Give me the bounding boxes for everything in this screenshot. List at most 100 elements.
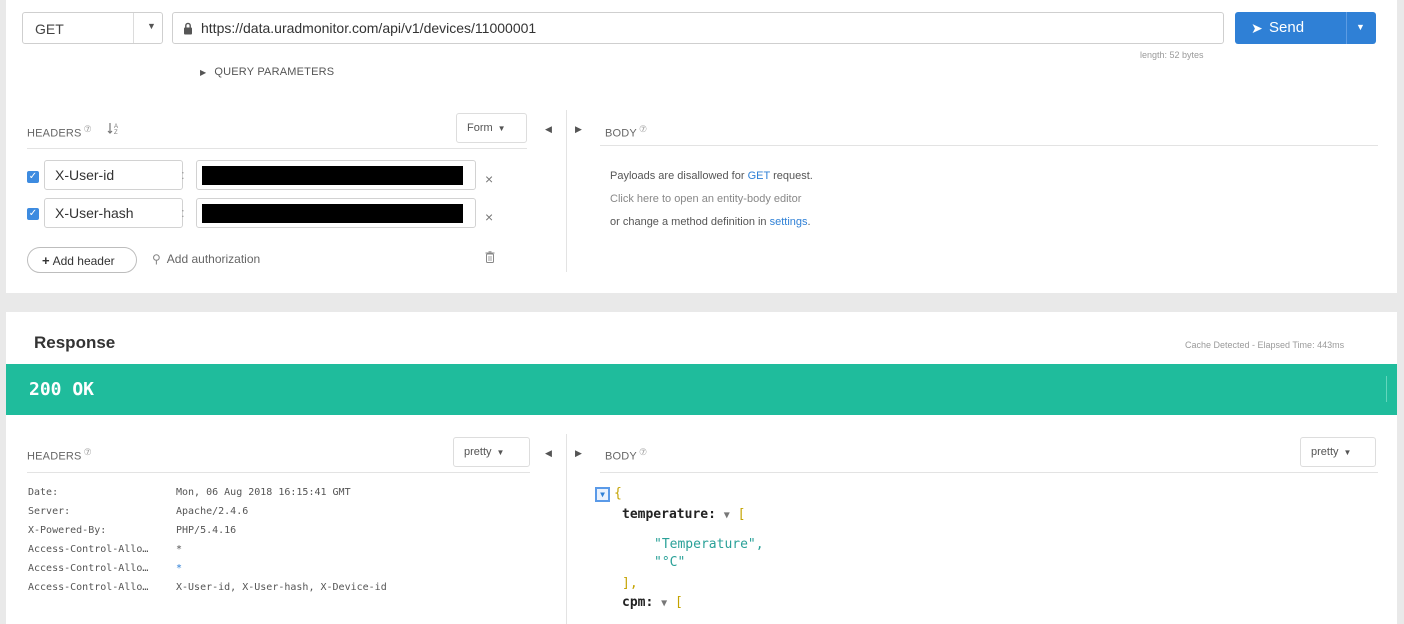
response-headers-pretty-dropdown[interactable]: pretty ▼ — [453, 437, 530, 467]
close-icon[interactable]: × — [485, 209, 493, 225]
request-headers-label: HEADERS — [27, 127, 82, 140]
header-colon: : — [181, 205, 185, 220]
url-input[interactable]: https://data.uradmonitor.com/api/v1/devi… — [172, 12, 1224, 44]
help-icon[interactable]: ⑦ — [84, 124, 92, 134]
key-icon: ⚲ — [152, 252, 161, 266]
collapse-left-icon[interactable]: ◀ — [545, 124, 552, 135]
header-name-input[interactable]: X-User-id — [44, 160, 183, 190]
json-key: cpm: — [622, 595, 654, 610]
send-divider — [1346, 12, 1347, 44]
method-value: GET — [35, 21, 64, 37]
send-label: Send — [1269, 19, 1305, 36]
header-colon: : — [181, 167, 185, 182]
cache-note: Cache Detected - Elapsed Time: 443ms — [1185, 340, 1345, 350]
body-disallowed-message: Payloads are disallowed for GET request.… — [610, 165, 813, 234]
length-note: length: 52 bytes — [1140, 50, 1204, 60]
header-checkbox[interactable]: ✓ — [27, 208, 39, 220]
collapse-icon[interactable]: ▼ — [595, 487, 610, 502]
chevron-down-icon: ▼ — [1343, 448, 1352, 457]
send-button[interactable]: ➤ Send ▼ — [1235, 12, 1376, 44]
response-header-value: * — [176, 544, 183, 555]
status-bar: 200 OK — [6, 364, 1397, 415]
response-header-key: Access-Control-Allo… — [28, 563, 149, 574]
status-bar-edge — [1386, 376, 1387, 402]
response-header-key: Access-Control-Allo… — [28, 544, 149, 555]
json-bracket: [ — [675, 595, 683, 610]
send-options-chevron-icon[interactable]: ▼ — [1356, 22, 1365, 32]
header-name-input[interactable]: X-User-hash — [44, 198, 183, 228]
response-header-value: PHP/5.4.16 — [176, 525, 237, 536]
form-dropdown[interactable]: Form ▼ — [456, 113, 527, 143]
close-icon[interactable]: × — [485, 171, 493, 187]
response-header-key: X-Powered-By: — [28, 525, 107, 536]
json-line: temperature: ▼ [ — [622, 507, 745, 522]
json-bracket: ], — [622, 576, 638, 591]
response-body-pretty-dropdown[interactable]: pretty ▼ — [1300, 437, 1376, 467]
redacted-value — [202, 166, 463, 185]
pretty-label: pretty — [1311, 446, 1339, 458]
response-header-value: Mon, 06 Aug 2018 16:15:41 GMT — [176, 487, 351, 498]
url-value: https://data.uradmonitor.com/api/v1/devi… — [201, 20, 537, 36]
json-string: "°C" — [654, 555, 686, 570]
response-header-value: Apache/2.4.6 — [176, 506, 249, 517]
chevron-down-icon: ▼ — [497, 124, 506, 133]
send-icon: ➤ — [1251, 20, 1263, 36]
svg-text:Z: Z — [114, 130, 118, 135]
body-message-line1: Payloads are disallowed for GET request. — [610, 165, 813, 188]
response-split-divider[interactable] — [566, 434, 567, 624]
add-header-button[interactable]: + Add header — [27, 247, 137, 273]
add-authorization-label: Add authorization — [166, 252, 261, 266]
header-value-input[interactable]: : — [181, 160, 476, 190]
response-header-key: Date: — [28, 487, 59, 498]
request-split-divider[interactable] — [566, 110, 567, 272]
add-header-label: Add header — [52, 254, 115, 268]
trash-icon[interactable] — [485, 251, 495, 263]
method-select[interactable]: GET ▼ — [22, 12, 163, 44]
query-parameters-label: QUERY PARAMETERS — [214, 66, 335, 78]
response-body-label: BODY — [605, 450, 637, 463]
plus-icon: + — [42, 253, 50, 268]
add-authorization-link[interactable]: ⚲ Add authorization — [152, 252, 260, 266]
status-text: 200 OK — [29, 379, 95, 400]
method-divider — [133, 13, 134, 43]
collapse-left-icon[interactable]: ◀ — [545, 448, 552, 459]
response-headers-divider — [27, 472, 530, 473]
expand-right-icon[interactable]: ▶ — [575, 448, 582, 459]
help-icon[interactable]: ⑦ — [84, 447, 92, 457]
pretty-label: pretty — [464, 446, 492, 458]
json-string: "Temperature", — [654, 537, 764, 552]
response-header-value: * — [176, 563, 183, 574]
response-header-value: X-User-id, X-User-hash, X-Device-id — [176, 582, 387, 593]
open-entity-editor-link[interactable]: Click here to open an entity-body editor — [610, 188, 813, 211]
expand-right-icon[interactable]: ▶ — [575, 124, 582, 135]
sort-icon[interactable]: A Z — [107, 121, 121, 135]
json-open-brace: { — [614, 486, 622, 501]
body-message-text: or change a method definition in — [610, 216, 767, 228]
response-headers-title: HEADERS ⑦ — [27, 447, 92, 463]
chevron-down-icon: ▼ — [147, 21, 156, 31]
settings-link[interactable]: settings — [770, 216, 808, 228]
json-key: temperature: — [622, 507, 716, 522]
chevron-down-icon: ▼ — [496, 448, 505, 457]
response-panel — [6, 312, 1397, 624]
body-message-text: Payloads are disallowed for — [610, 170, 745, 182]
request-body-divider — [600, 145, 1378, 146]
response-body-title: BODY ⑦ — [605, 447, 647, 463]
chevron-down-icon[interactable]: ▼ — [724, 510, 730, 521]
response-header-key: Server: — [28, 506, 71, 517]
json-bracket: [ — [737, 507, 746, 522]
help-icon[interactable]: ⑦ — [639, 447, 647, 457]
request-headers-divider — [27, 148, 527, 149]
body-message-line3: or change a method definition in setting… — [610, 211, 813, 234]
response-title: Response — [34, 333, 116, 352]
form-dropdown-label: Form — [467, 122, 493, 134]
chevron-down-icon[interactable]: ▼ — [661, 598, 667, 609]
header-checkbox[interactable]: ✓ — [27, 171, 39, 183]
body-message-text: . — [807, 216, 811, 228]
help-icon[interactable]: ⑦ — [639, 124, 647, 134]
header-value-input[interactable]: : — [181, 198, 476, 228]
request-headers-title: HEADERS ⑦ — [27, 124, 92, 140]
method-link[interactable]: GET — [748, 170, 770, 182]
response-headers-label: HEADERS — [27, 450, 82, 463]
query-parameters-toggle[interactable]: ▶ QUERY PARAMETERS — [200, 66, 334, 78]
